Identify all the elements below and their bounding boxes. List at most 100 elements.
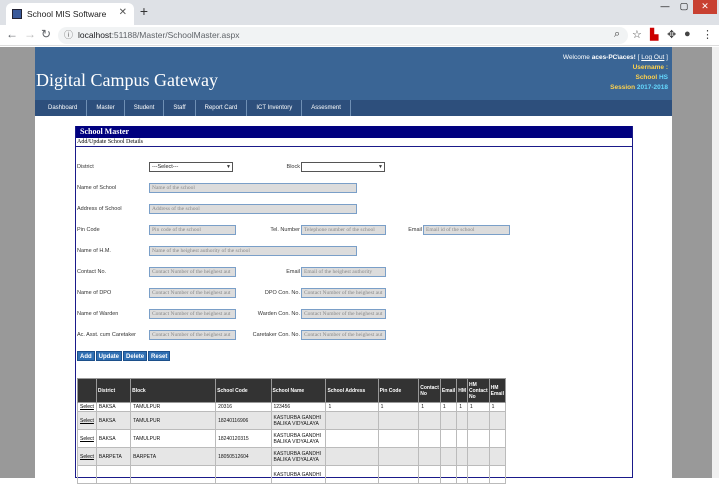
tel-number-label: Tel. Number	[270, 227, 300, 233]
table-cell	[467, 429, 490, 448]
reload-icon[interactable]: ↻	[41, 27, 51, 41]
email-input[interactable]: Email id of the school	[423, 225, 510, 235]
warden-name-input[interactable]: Contact Number of the heighest aut	[149, 309, 236, 319]
table-row: KASTURBA GANDHI	[77, 465, 507, 484]
schools-table: District Block School Code School Name S…	[77, 378, 507, 484]
tab-close-icon[interactable]: ✕	[119, 7, 127, 18]
table-cell	[467, 465, 490, 484]
table-cell	[456, 429, 469, 448]
page-viewport: Digital Campus Gateway Welcome aces-PC\a…	[0, 47, 719, 484]
table-cell	[215, 465, 272, 484]
update-button[interactable]: Update	[95, 351, 123, 361]
menu-item-report-card[interactable]: Report Card	[196, 100, 248, 116]
hm-name-label: Name of H.M.	[77, 248, 111, 254]
select-link[interactable]	[77, 465, 97, 484]
favicon-icon	[12, 9, 22, 19]
district-select[interactable]: ---Select---	[149, 162, 233, 172]
menu-item-staff[interactable]: Staff	[164, 100, 196, 116]
table-cell	[456, 447, 469, 466]
table-cell	[325, 447, 379, 466]
table-cell: BAKSA	[95, 402, 132, 412]
add-button[interactable]: Add	[77, 351, 95, 361]
hm-email-input[interactable]: Email of the heighest authority	[301, 267, 386, 277]
table-cell: KASTURBA GANDHI BALIKA VIDYALAYA	[270, 411, 327, 430]
bookmark-star-icon[interactable]: ☆	[632, 28, 642, 41]
reset-button[interactable]: Reset	[148, 351, 171, 361]
col-header: HM Contact No	[467, 378, 490, 403]
school-name-input[interactable]: Name of the school	[149, 183, 357, 193]
site-container: Digital Campus Gateway Welcome aces-PC\a…	[35, 47, 672, 484]
dpo-name-input[interactable]: Contact Number of the heighest aut	[149, 288, 236, 298]
url-host: localhost	[78, 30, 112, 40]
minimize-button[interactable]: —	[656, 0, 674, 14]
table-cell	[325, 429, 379, 448]
table-cell: 18050512604	[215, 447, 272, 466]
pdf-extension-icon[interactable]: ▙	[650, 28, 658, 41]
browser-tab-strip: School MIS Software ✕ + — ▢ ✕	[0, 0, 719, 25]
menu-item-assesment[interactable]: Assesment	[302, 100, 351, 116]
table-cell	[467, 411, 490, 430]
table-row: Select BAKSA TAMULPUR 20316 123456 1 1 1 1 1 1 1	[77, 402, 507, 412]
table-cell: 18240116906	[215, 411, 272, 430]
warden-con-label: Warden Con. No.	[257, 311, 300, 317]
contact-no-input[interactable]: Contact Number of the heighest aut	[149, 267, 236, 277]
col-header: School Code	[215, 378, 272, 403]
table-cell: 20316	[215, 402, 272, 412]
select-link[interactable]: Select	[77, 402, 97, 412]
table-cell	[325, 411, 379, 430]
col-header: District	[95, 378, 132, 403]
tel-number-input[interactable]: Telephone number of the school	[301, 225, 386, 235]
col-header: School Address	[325, 378, 379, 403]
table-cell	[456, 411, 469, 430]
select-link[interactable]: Select	[77, 447, 97, 466]
browser-tab[interactable]: School MIS Software ✕	[6, 3, 134, 25]
pin-code-label: Pin Code	[77, 227, 100, 233]
dpo-con-input[interactable]: Contact Number of the heighest aut	[301, 288, 386, 298]
table-row: Select BARPETA BARPETA 18050512604 KASTURBA …	[77, 447, 507, 466]
menu-item-ict-inventory[interactable]: ICT Inventory	[247, 100, 303, 116]
table-cell: 123456	[270, 402, 327, 412]
block-label: Block	[286, 164, 300, 170]
col-header: Contact No	[418, 378, 441, 403]
col-header	[77, 378, 97, 403]
close-window-button[interactable]: ✕	[693, 0, 717, 14]
url-field[interactable]: ⓘ localhost:51188/Master/SchoolMaster.as…	[58, 27, 628, 44]
caretaker-input[interactable]: Contact Number of the heighest aut	[149, 330, 236, 340]
new-tab-button[interactable]: +	[136, 4, 152, 20]
back-arrow-icon[interactable]: ←	[6, 27, 18, 41]
profile-avatar-icon[interactable]: ●	[684, 28, 691, 40]
table-cell	[488, 411, 507, 430]
address-bar: ← → ↻ ⓘ localhost:51188/Master/SchoolMas…	[0, 25, 719, 46]
menu-item-student[interactable]: Student	[125, 100, 165, 116]
info-icon[interactable]: ⓘ	[64, 27, 73, 44]
select-link[interactable]: Select	[77, 429, 97, 448]
more-menu-icon[interactable]: ⋮	[702, 28, 713, 41]
table-cell	[488, 429, 507, 448]
caretaker-con-input[interactable]: Contact Number of the heighest aut	[301, 330, 386, 340]
pin-code-input[interactable]: Pin code of the school	[149, 225, 236, 235]
hm-name-input[interactable]: Name of the heighest authority of the sc…	[149, 246, 357, 256]
table-cell	[488, 465, 507, 484]
select-link[interactable]: Select	[77, 411, 97, 430]
caretaker-label: Ac. Asst. cum Caretaker	[77, 332, 136, 338]
school-label: School	[635, 74, 658, 81]
warden-con-input[interactable]: Contact Number of the heighest aut	[301, 309, 386, 319]
extensions-puzzle-icon[interactable]: ✥	[667, 28, 676, 41]
welcome-prefix: Welcome	[562, 54, 590, 61]
table-cell	[488, 447, 507, 466]
forward-arrow-icon[interactable]: →	[24, 27, 36, 41]
zoom-icon[interactable]: ⌕	[614, 28, 620, 41]
block-select[interactable]	[301, 162, 385, 172]
table-cell	[439, 447, 458, 466]
delete-button[interactable]: Delete	[123, 351, 148, 361]
email-label: Email	[408, 227, 422, 233]
school-address-input[interactable]: Address of the school	[149, 204, 357, 214]
maximize-button[interactable]: ▢	[675, 0, 693, 14]
page-scrollbar[interactable]	[712, 47, 719, 478]
panel-subtitle: Add/Update School Details	[76, 138, 632, 147]
warden-name-label: Name of Warden	[77, 311, 119, 317]
logout-link[interactable]: Log Out	[641, 54, 664, 61]
table-cell: 1	[467, 402, 490, 412]
menu-item-master[interactable]: Master	[87, 100, 125, 116]
menu-item-dashboard[interactable]: Dashboard	[39, 100, 88, 116]
